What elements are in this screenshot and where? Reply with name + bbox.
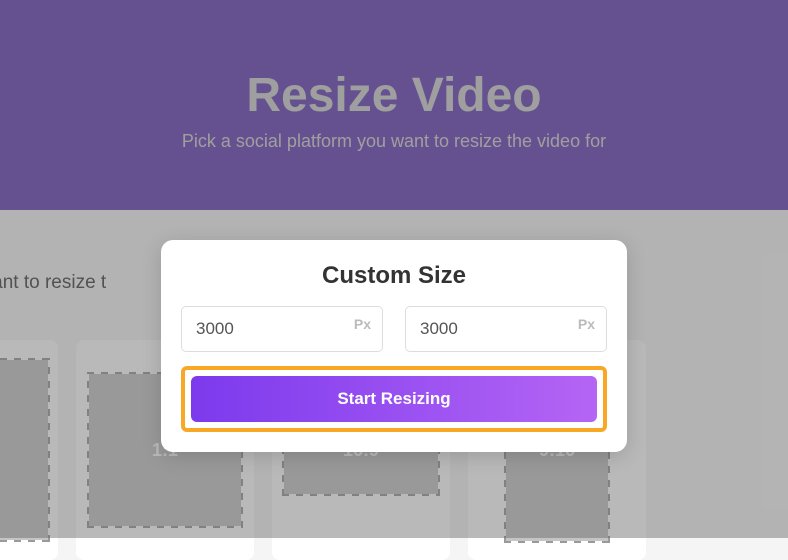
button-highlight: Start Resizing [181, 366, 607, 432]
unit-label: Px [578, 316, 595, 332]
start-resizing-button[interactable]: Start Resizing [191, 376, 597, 422]
height-input-wrap: Px [405, 306, 607, 352]
size-inputs-row: Px Px [181, 306, 607, 352]
modal-title: Custom Size [181, 262, 607, 290]
width-input[interactable] [181, 306, 383, 352]
custom-size-modal: Custom Size Px Px Start Resizing [161, 240, 627, 452]
unit-label: Px [354, 316, 371, 332]
width-input-wrap: Px [181, 306, 383, 352]
height-input[interactable] [405, 306, 607, 352]
